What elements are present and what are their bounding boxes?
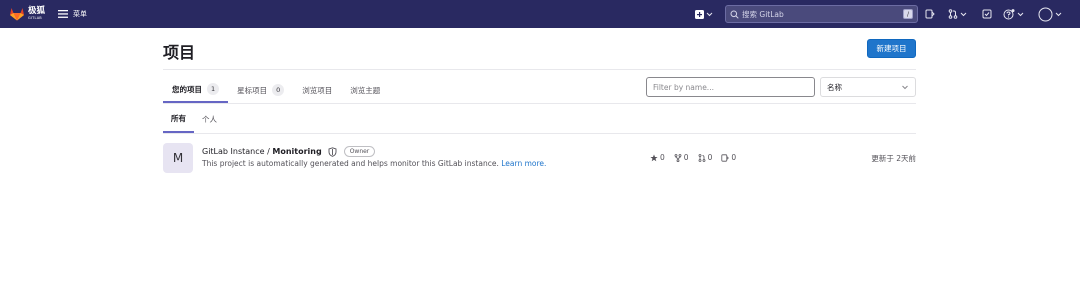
search-placeholder: 搜索 GitLab [742, 9, 784, 19]
create-new-dropdown[interactable] [695, 7, 713, 21]
todo-checkbox-icon [982, 9, 992, 19]
project-link[interactable]: GitLab Instance / Monitoring [202, 147, 322, 156]
tab-label: 星标项目 [237, 85, 268, 95]
project-namespace: GitLab Instance / [202, 147, 273, 156]
search-shortcut-key: / [903, 9, 913, 19]
filter-placeholder: Filter by name... [653, 82, 714, 92]
search-input[interactable]: 搜索 GitLab / [725, 5, 918, 23]
menu-button[interactable]: 菜单 [58, 8, 87, 20]
tab-label: 您的项目 [172, 84, 202, 94]
todos-nav-button[interactable] [982, 7, 992, 21]
page-title: 项目 [163, 43, 196, 62]
hamburger-icon [58, 10, 68, 18]
subtabs-divider [163, 133, 916, 134]
subtab-personal[interactable]: 个人 [194, 106, 225, 133]
issues-icon [721, 153, 730, 162]
fox-logo-icon [10, 8, 24, 21]
search-icon [730, 10, 739, 19]
sort-dropdown[interactable]: 名称 [820, 77, 916, 97]
shield-icon [328, 146, 337, 157]
new-project-button[interactable]: 新建项目 [867, 39, 916, 58]
merge-requests-count[interactable]: 0 [698, 153, 712, 162]
chevron-down-icon [1017, 12, 1024, 16]
tabs-divider [163, 103, 916, 104]
project-description: This project is automatically generated … [202, 159, 546, 168]
help-dropdown[interactable] [1003, 7, 1024, 21]
project-filter-subtabs: 所有 个人 [163, 106, 225, 133]
help-icon [1003, 8, 1015, 19]
star-icon [650, 154, 658, 161]
tab-count-badge: 1 [207, 83, 220, 95]
project-tabs: 您的项目 1 星标项目 0 浏览项目 浏览主题 [163, 77, 389, 103]
tab-label: 浏览项目 [302, 85, 333, 95]
tab-count-badge: 0 [272, 84, 285, 96]
subtab-all[interactable]: 所有 [163, 106, 194, 133]
logo-text: 极狐 [28, 6, 46, 16]
learn-more-link[interactable]: Learn more. [501, 159, 546, 168]
top-navbar: 极狐 GITLAB 菜单 搜索 GitLab / [0, 0, 1080, 28]
tab-starred-projects[interactable]: 星标项目 0 [228, 77, 293, 103]
forks-count[interactable]: 0 [674, 153, 689, 162]
project-avatar[interactable]: M [163, 143, 193, 173]
chevron-down-icon [706, 12, 713, 16]
plus-square-icon [695, 9, 704, 19]
tab-label: 浏览主题 [350, 85, 381, 95]
issues-icon [925, 9, 935, 19]
merge-requests-nav-dropdown[interactable] [948, 7, 967, 21]
project-name: Monitoring [272, 147, 322, 156]
last-updated-text: 更新于 2天前 [871, 154, 916, 163]
role-badge: Owner [343, 146, 376, 157]
tab-explore-projects[interactable]: 浏览项目 [293, 77, 341, 103]
tab-explore-topics[interactable]: 浏览主题 [341, 77, 389, 103]
description-text: This project is automatically generated … [202, 159, 502, 168]
project-title-line: GitLab Instance / Monitoring Owner [202, 146, 376, 157]
fork-icon [674, 153, 682, 162]
user-avatar-icon [1038, 7, 1053, 21]
stars-count[interactable]: 0 [650, 153, 665, 162]
sort-selected-value: 名称 [827, 82, 842, 92]
issues-nav-button[interactable] [925, 7, 935, 21]
issues-count[interactable]: 0 [721, 153, 736, 162]
merge-request-icon [698, 153, 705, 162]
chevron-down-icon [902, 85, 908, 90]
user-menu-dropdown[interactable] [1038, 7, 1062, 21]
filter-by-name-input[interactable]: Filter by name... [646, 77, 815, 97]
merge-request-icon [948, 9, 958, 19]
tab-your-projects[interactable]: 您的项目 1 [163, 77, 229, 103]
header-divider [163, 69, 916, 70]
gitlab-logo[interactable]: 极狐 GITLAB [9, 6, 45, 21]
chevron-down-icon [1055, 12, 1062, 16]
logo-subtext: GITLAB [28, 15, 42, 20]
project-stats: 0 0 0 0 [650, 153, 736, 162]
chevron-down-icon [960, 12, 967, 16]
menu-label: 菜单 [73, 10, 87, 18]
